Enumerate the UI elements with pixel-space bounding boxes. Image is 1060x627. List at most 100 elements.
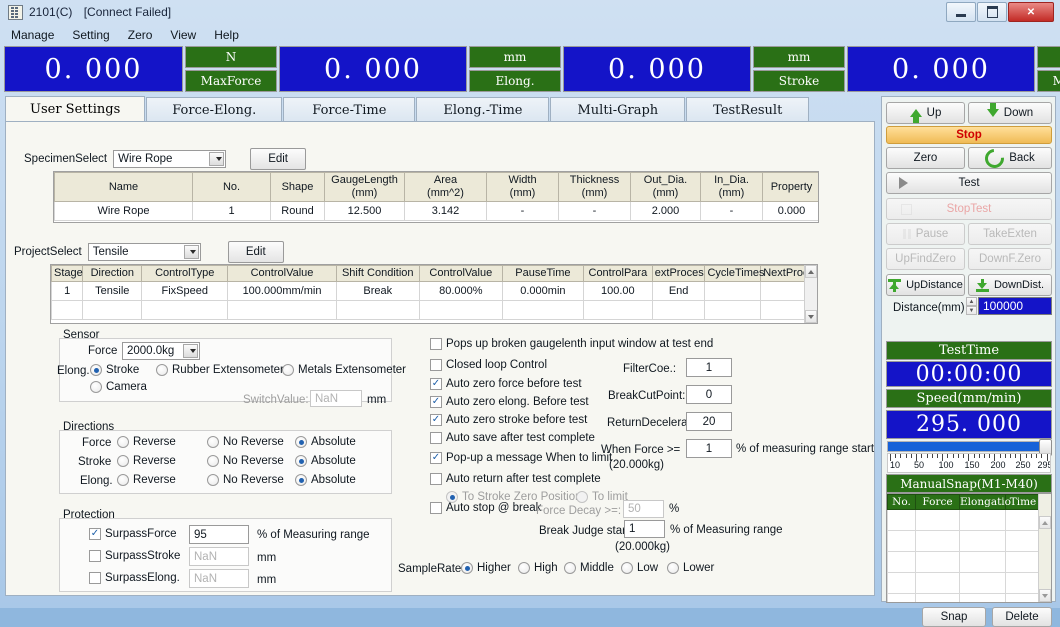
up-distance-button[interactable]: UpDistance <box>886 274 965 296</box>
down-button[interactable]: Down <box>968 102 1052 124</box>
tab-force-time[interactable]: Force-Time <box>283 97 415 122</box>
stop-button[interactable]: Stop <box>886 126 1052 144</box>
elong-direction-no-reverse[interactable]: No Reverse <box>207 474 284 486</box>
return-decelerate-input[interactable]: 20 <box>686 412 732 431</box>
option-popup-message-limit[interactable]: Pop-up a message When to limit <box>430 452 612 464</box>
zero-button[interactable]: Zero <box>886 147 965 169</box>
tab-multi-graph[interactable]: Multi-Graph <box>550 97 685 122</box>
surpass-force-checkbox[interactable]: SurpassForce <box>89 528 177 540</box>
option-auto-zero-force[interactable]: Auto zero force before test <box>430 378 582 390</box>
minimize-button[interactable] <box>946 2 976 22</box>
scroll-up-icon[interactable] <box>1039 516 1051 529</box>
stroke-direction-absolute[interactable]: Absolute <box>295 455 356 467</box>
test-button[interactable]: Test <box>886 172 1052 194</box>
spinner-up-icon[interactable]: ▲ <box>966 297 977 306</box>
spinner-down-icon[interactable]: ▼ <box>966 306 977 315</box>
return-target-limit[interactable]: To limit <box>576 491 628 503</box>
tab-force-elong[interactable]: Force-Elong. <box>146 97 282 122</box>
table-row[interactable] <box>888 531 1053 552</box>
option-closed-loop-control[interactable]: Closed loop Control <box>430 359 547 371</box>
menu-item-manage[interactable]: Manage <box>2 26 63 44</box>
elong-option-rubber-extensometer[interactable]: Rubber Extensometer <box>156 364 284 376</box>
force-direction-reverse[interactable]: Reverse <box>117 436 176 448</box>
sample-rate-lower[interactable]: Lower <box>667 562 714 574</box>
close-button[interactable]: ✕ <box>1008 2 1054 22</box>
surpass-force-input[interactable]: 95 <box>189 525 249 544</box>
stroke-direction-no-reverse[interactable]: No Reverse <box>207 455 284 467</box>
elong-option-stroke[interactable]: Stroke <box>90 364 139 376</box>
force-direction-absolute[interactable]: Absolute <box>295 436 356 448</box>
tab-test-result[interactable]: TestResult <box>686 97 809 122</box>
project-grid-scrollbar[interactable] <box>804 265 817 323</box>
elong-direction-absolute[interactable]: Absolute <box>295 474 356 486</box>
table-row[interactable] <box>888 594 1053 604</box>
back-button[interactable]: Back <box>968 147 1052 169</box>
down-distance-button[interactable]: DownDist. <box>968 274 1052 296</box>
switch-value-input[interactable]: NaN <box>310 390 362 407</box>
checkbox-icon <box>430 359 442 371</box>
stop-test-button[interactable]: StopTest <box>886 198 1052 220</box>
elong-direction-reverse[interactable]: Reverse <box>117 474 176 486</box>
sample-rate-higher[interactable]: Higher <box>461 562 511 574</box>
chevron-down-icon[interactable] <box>209 152 224 166</box>
distance-input[interactable]: 100000 <box>978 297 1052 315</box>
option-auto-stop-at-break[interactable]: Auto stop @ break <box>430 502 541 514</box>
option-auto-save[interactable]: Auto save after test complete <box>430 432 595 444</box>
take-exten-button[interactable]: TakeExten <box>968 223 1052 245</box>
up-button[interactable]: Up <box>886 102 965 124</box>
table-row[interactable]: Wire Rope 1 Round 12.500 3.142 - - 2.000… <box>55 202 820 221</box>
option-auto-zero-elong[interactable]: Auto zero elong. Before test <box>430 396 589 408</box>
tab-elong-time[interactable]: Elong.-Time <box>416 97 549 122</box>
option-auto-return[interactable]: Auto return after test complete <box>430 473 601 485</box>
option-popup-broken-gauge[interactable]: Pops up broken gaugelenth input window a… <box>430 338 713 350</box>
stroke-direction-reverse[interactable]: Reverse <box>117 455 176 467</box>
elong-option-camera[interactable]: Camera <box>90 381 147 393</box>
menu-item-zero[interactable]: Zero <box>119 26 162 44</box>
menu-item-setting[interactable]: Setting <box>63 26 118 44</box>
surpass-elong-input[interactable]: NaN <box>189 569 249 588</box>
sample-rate-middle[interactable]: Middle <box>564 562 614 574</box>
option-label: Lower <box>683 562 714 574</box>
scroll-down-icon[interactable] <box>805 310 817 323</box>
table-row[interactable] <box>888 552 1053 573</box>
chevron-down-icon[interactable] <box>183 344 198 358</box>
up-find-zero-button[interactable]: UpFindZero <box>886 248 965 270</box>
filter-coe-input[interactable]: 1 <box>686 358 732 377</box>
tab-user-settings[interactable]: User Settings <box>5 96 145 122</box>
chevron-down-icon[interactable] <box>184 245 199 259</box>
specimen-select-combo[interactable]: Wire Rope <box>113 150 226 168</box>
surpass-elong-checkbox[interactable]: SurpassElong. <box>89 572 180 584</box>
table-row[interactable] <box>888 573 1053 594</box>
project-select-combo[interactable]: Tensile <box>88 243 201 261</box>
table-row[interactable] <box>888 510 1053 531</box>
table-row[interactable]: 1 Tensile FixSpeed 100.000mm/min Break 8… <box>52 282 817 301</box>
surpass-stroke-input[interactable]: NaN <box>189 547 249 566</box>
distance-spinner[interactable]: ▲ ▼ <box>966 297 977 315</box>
snap-header-row: No. Force Elongatio Time <box>888 495 1053 510</box>
elong-option-metals-extensometer[interactable]: Metals Extensometer <box>282 364 406 376</box>
menu-item-help[interactable]: Help <box>205 26 248 44</box>
force-sensor-combo[interactable]: 2000.0kg <box>122 342 200 360</box>
when-force-input[interactable]: 1 <box>686 439 732 458</box>
sample-rate-high[interactable]: High <box>518 562 558 574</box>
project-edit-button[interactable]: Edit <box>228 241 284 263</box>
option-auto-zero-stroke[interactable]: Auto zero stroke before test <box>430 414 587 426</box>
scroll-down-icon[interactable] <box>1039 589 1051 602</box>
break-judge-input[interactable]: 1 <box>624 520 665 538</box>
down-find-zero-button[interactable]: DownF.Zero <box>968 248 1052 270</box>
pause-button[interactable]: Pause <box>886 223 965 245</box>
specimen-edit-button[interactable]: Edit <box>250 148 306 170</box>
force-decay-input[interactable]: 50 <box>623 500 664 518</box>
break-cut-point-input[interactable]: 0 <box>686 385 732 404</box>
sample-rate-low[interactable]: Low <box>621 562 658 574</box>
force-direction-no-reverse[interactable]: No Reverse <box>207 436 284 448</box>
delete-button[interactable]: Delete <box>992 607 1052 627</box>
table-row[interactable] <box>52 301 817 320</box>
menu-item-view[interactable]: View <box>161 26 205 44</box>
scroll-up-icon[interactable] <box>805 265 817 278</box>
maximize-button[interactable] <box>977 2 1007 22</box>
snap-grid-scrollbar[interactable] <box>1038 494 1051 602</box>
snap-button[interactable]: Snap <box>922 607 986 627</box>
surpass-stroke-checkbox[interactable]: SurpassStroke <box>89 550 180 562</box>
speed-slider[interactable] <box>887 441 1051 452</box>
